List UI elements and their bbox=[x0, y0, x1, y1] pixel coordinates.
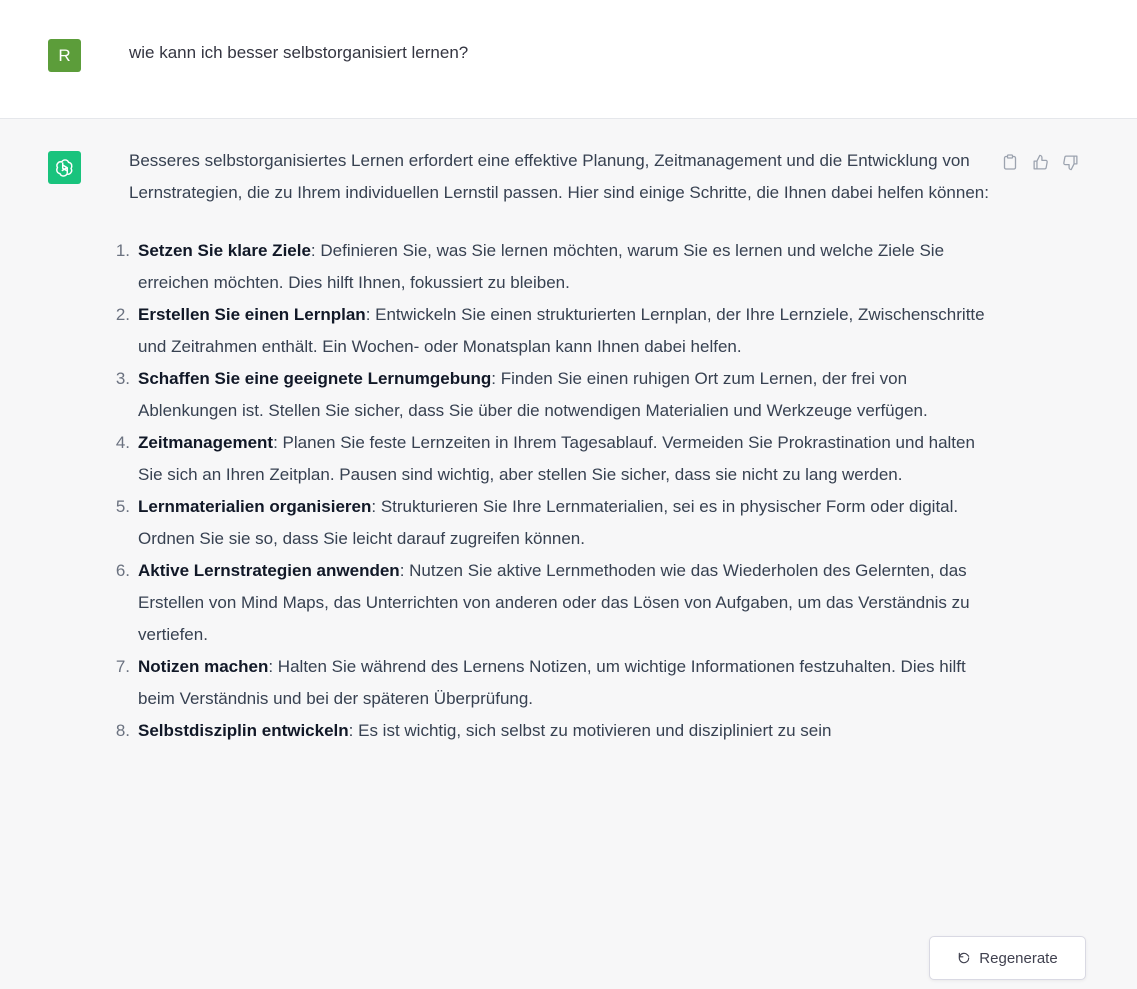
step-text: : Es ist wichtig, sich selbst zu motivie… bbox=[348, 721, 832, 740]
step-item: 8. Selbstdisziplin entwickeln: Es ist wic… bbox=[116, 715, 999, 747]
regenerate-label: Regenerate bbox=[979, 949, 1058, 967]
step-title: Aktive Lernstrategien anwenden bbox=[138, 561, 400, 580]
assistant-message-row: Besseres selbstorganisiertes Lernen erfo… bbox=[0, 119, 1137, 989]
step-item: 1. Setzen Sie klare Ziele: Definieren Sie… bbox=[116, 235, 999, 299]
clipboard-icon[interactable] bbox=[1000, 152, 1020, 172]
step-title: Lernmaterialien organisieren bbox=[138, 497, 372, 516]
intro-paragraph: Besseres selbstorganisiertes Lernen erfo… bbox=[129, 151, 989, 202]
assistant-avatar bbox=[48, 151, 81, 184]
thumbs-down-icon[interactable] bbox=[1060, 152, 1080, 172]
step-number: 8. bbox=[115, 721, 130, 740]
refresh-icon bbox=[959, 952, 970, 964]
step-item: 5. Lernmaterialien organisieren: Struktur… bbox=[116, 491, 999, 555]
step-number: 5. bbox=[115, 497, 130, 516]
assistant-response: Besseres selbstorganisiertes Lernen erfo… bbox=[116, 145, 999, 747]
step-number: 6. bbox=[115, 561, 130, 580]
step-title: Schaffen Sie eine geeignete Lernumgebung bbox=[138, 369, 492, 388]
step-number: 7. bbox=[115, 657, 130, 676]
step-item: 6. Aktive Lernstrategien anwenden: Nutzen… bbox=[116, 555, 999, 651]
step-item: 3. Schaffen Sie eine geeignete Lernumgebu… bbox=[116, 363, 999, 427]
step-item: 2. Erstellen Sie einen Lernplan: Entwicke… bbox=[116, 299, 999, 363]
step-item: 4. Zeitmanagement: Planen Sie feste Lernz… bbox=[116, 427, 999, 491]
steps-list: 1. Setzen Sie klare Ziele: Definieren Sie… bbox=[116, 235, 999, 747]
step-number: 2. bbox=[115, 305, 130, 324]
step-title: Zeitmanagement bbox=[138, 433, 274, 452]
step-number: 4. bbox=[115, 433, 130, 452]
user-message-text: wie kann ich besser selbstorganisiert le… bbox=[129, 43, 469, 62]
step-title: Selbstdisziplin entwickeln bbox=[138, 721, 349, 740]
user-message-row: R wie kann ich besser selbstorganisiert … bbox=[0, 0, 1137, 119]
thumbs-up-icon[interactable] bbox=[1030, 152, 1050, 172]
step-number: 1. bbox=[115, 241, 130, 260]
message-actions bbox=[1000, 152, 1080, 172]
step-item: 7. Notizen machen: Halten Sie während des… bbox=[116, 651, 999, 715]
step-title: Erstellen Sie einen Lernplan bbox=[138, 305, 366, 324]
step-number: 3. bbox=[115, 369, 130, 388]
step-title: Setzen Sie klare Ziele bbox=[138, 241, 311, 260]
openai-logo-icon bbox=[55, 158, 73, 177]
step-title: Notizen machen bbox=[138, 657, 269, 676]
user-avatar: R bbox=[48, 39, 81, 72]
regenerate-button[interactable]: Regenerate bbox=[929, 936, 1086, 980]
